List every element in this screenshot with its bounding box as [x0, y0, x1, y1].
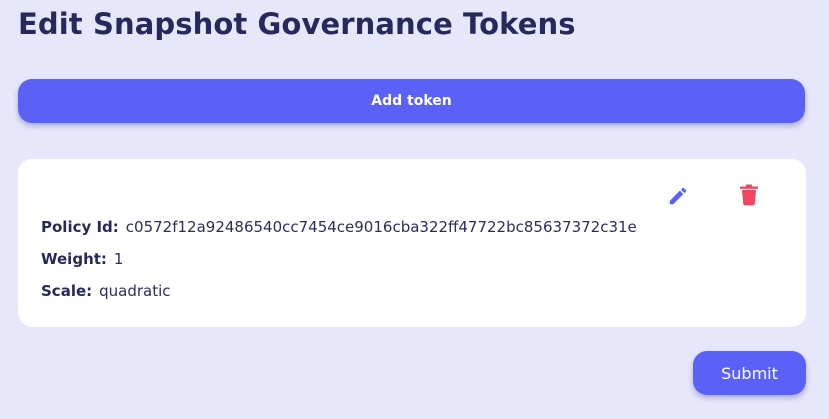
weight-label: Weight: — [41, 250, 107, 268]
weight-value: 1 — [113, 250, 124, 268]
pencil-icon-graphic — [669, 187, 687, 205]
trash-icon-graphic — [740, 184, 758, 206]
policy-id-row: Policy Id: c0572f12a92486540cc7454ce9016c… — [41, 217, 637, 237]
weight-row: Weight: 1 — [41, 249, 123, 269]
token-card: Policy Id: c0572f12a92486540cc7454ce9016c… — [18, 159, 806, 327]
pencil-icon[interactable] — [667, 185, 689, 207]
scale-row: Scale: quadratic — [41, 281, 171, 301]
policy-id-value: c0572f12a92486540cc7454ce9016cba322ff477… — [125, 218, 637, 236]
scale-label: Scale: — [41, 282, 93, 300]
page-title: Edit Snapshot Governance Tokens — [18, 7, 576, 41]
trash-icon[interactable] — [739, 184, 759, 206]
submit-button[interactable]: Submit — [693, 351, 806, 395]
policy-id-label: Policy Id: — [41, 218, 119, 236]
scale-value: quadratic — [99, 282, 171, 300]
add-token-button[interactable]: Add token — [18, 79, 805, 123]
